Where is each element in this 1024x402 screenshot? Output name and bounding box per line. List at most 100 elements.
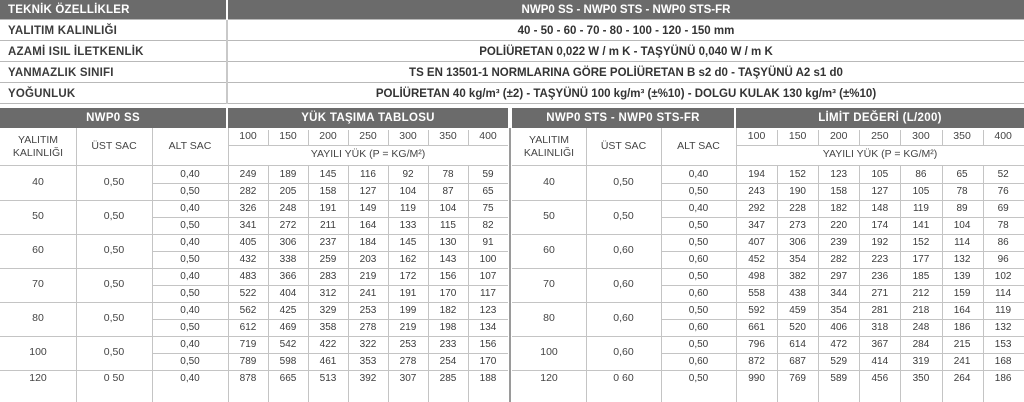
right-load-value: 185 bbox=[912, 271, 930, 282]
right-group-line bbox=[512, 302, 1024, 303]
right-span-vline bbox=[900, 130, 902, 145]
right-top-sheet-50: 0,50 bbox=[613, 210, 634, 222]
right-load-value: 76 bbox=[997, 186, 1009, 197]
right-load-value: 215 bbox=[953, 339, 971, 350]
right-span-vline bbox=[941, 130, 943, 145]
left-load-value: 253 bbox=[359, 305, 377, 316]
right-load-value: 350 bbox=[912, 373, 930, 384]
left-load-value: 233 bbox=[439, 339, 457, 350]
right-top-sheet-120: 0 60 bbox=[613, 371, 634, 384]
right-value-vline bbox=[777, 166, 779, 402]
left-bottom-sheet: 0,40 bbox=[180, 305, 200, 316]
right-load-value: 186 bbox=[953, 322, 971, 333]
left-load-value: 119 bbox=[400, 203, 416, 214]
left-load-value: 483 bbox=[239, 271, 257, 282]
right-value-vline bbox=[818, 166, 820, 402]
left-load-value: 259 bbox=[319, 254, 337, 265]
right-load-value: 406 bbox=[830, 322, 848, 333]
right-thickness-40: 40 bbox=[543, 176, 555, 188]
right-load-value: 614 bbox=[789, 339, 806, 350]
left-load-value: 241 bbox=[359, 288, 377, 299]
left-load-value: 191 bbox=[319, 203, 337, 214]
right-bottom-sheet: 0,50 bbox=[688, 305, 709, 316]
right-top-sheet-40: 0,50 bbox=[613, 176, 634, 188]
right-load-value: 367 bbox=[871, 339, 889, 350]
left-value-vline bbox=[348, 166, 349, 402]
right-load-value: 192 bbox=[871, 237, 889, 248]
left-top-sheet-100: 0,50 bbox=[103, 346, 125, 358]
right-span-300: 300 bbox=[912, 130, 930, 142]
left-load-value: 612 bbox=[239, 322, 257, 333]
left-load-value: 162 bbox=[399, 254, 417, 265]
left-load-value: 254 bbox=[439, 356, 457, 367]
left-span-vline bbox=[348, 130, 349, 145]
right-value-vline bbox=[982, 166, 984, 402]
right-load-value: 990 bbox=[748, 373, 765, 384]
left-thickness-50: 50 bbox=[32, 210, 44, 222]
right-span-150: 150 bbox=[788, 130, 807, 142]
left-value-vline bbox=[308, 166, 309, 402]
left-row-line bbox=[152, 319, 508, 320]
left-load-value: 134 bbox=[479, 322, 497, 333]
left-load-value: 91 bbox=[482, 237, 494, 248]
right-load-value: 132 bbox=[994, 322, 1012, 333]
left-row-line bbox=[152, 285, 508, 286]
left-load-value: 219 bbox=[359, 271, 377, 282]
right-load-value: 661 bbox=[748, 322, 765, 333]
left-bottom-sheet: 0,40 bbox=[180, 203, 200, 214]
left-load-value: 278 bbox=[399, 356, 417, 367]
spec-header-label: TEKNİK ÖZELLİKLER bbox=[8, 4, 130, 16]
left-load-value: 598 bbox=[279, 356, 297, 367]
right-span-line bbox=[736, 145, 1024, 146]
spec-header-row: TEKNİK ÖZELLİKLER NWP0 SS - NWP0 STS - N… bbox=[0, 0, 1024, 20]
right-span-200: 200 bbox=[829, 130, 848, 142]
spec-row-conductivity: AZAMİ ISIL İLETKENLİK POLİÜRETAN 0,022 W… bbox=[0, 42, 1024, 62]
left-load-value: 425 bbox=[279, 305, 297, 316]
left-load-value: 100 bbox=[479, 254, 497, 265]
right-top-sheet-100: 0,60 bbox=[613, 346, 634, 358]
right-load-value: 194 bbox=[748, 169, 765, 180]
right-row-line bbox=[661, 217, 1024, 218]
right-bottom-sheet: 0,50 bbox=[688, 220, 709, 231]
right-col-vline bbox=[736, 128, 737, 402]
left-load-value: 878 bbox=[239, 373, 257, 384]
right-load-value: 177 bbox=[912, 254, 930, 265]
left-load-value: 164 bbox=[359, 220, 377, 231]
left-load-value: 719 bbox=[239, 339, 257, 350]
left-load-value: 522 bbox=[239, 288, 257, 299]
left-top-sheet-60: 0,50 bbox=[103, 244, 125, 256]
left-top-sheet-50: 0,50 bbox=[103, 210, 125, 222]
left-col-top-sheet: ÜST SAC bbox=[91, 140, 137, 152]
right-row-line bbox=[661, 353, 1024, 354]
left-span-vline bbox=[468, 130, 469, 145]
left-load-value: 353 bbox=[359, 356, 377, 367]
left-load-value: 116 bbox=[360, 169, 376, 180]
right-load-value: 354 bbox=[789, 254, 806, 265]
left-load-value: 248 bbox=[279, 203, 297, 214]
right-row-line bbox=[661, 251, 1024, 252]
right-thickness-120: 120 bbox=[540, 371, 558, 384]
left-top-sheet-70: 0,50 bbox=[103, 278, 125, 290]
left-bottom-sheet: 0,40 bbox=[180, 169, 200, 180]
left-value-vline bbox=[468, 166, 469, 402]
left-load-value: 789 bbox=[239, 356, 257, 367]
right-col-bottom-sheet: ALT SAC bbox=[677, 140, 720, 152]
right-load-value: 102 bbox=[994, 271, 1012, 282]
left-col-vline bbox=[76, 128, 77, 402]
right-bottom-sheet: 0,40 bbox=[688, 169, 709, 180]
left-load-value: 249 bbox=[239, 169, 257, 180]
right-load-value: 382 bbox=[789, 271, 806, 282]
right-load-value: 152 bbox=[789, 169, 806, 180]
right-span-250: 250 bbox=[871, 130, 889, 142]
left-load-value: 542 bbox=[279, 339, 297, 350]
right-top-sheet-80: 0,60 bbox=[613, 312, 634, 324]
right-span-400: 400 bbox=[994, 130, 1012, 142]
left-value-vline bbox=[268, 166, 269, 402]
right-load-value: 89 bbox=[956, 203, 968, 214]
left-bottom-sheet: 0,40 bbox=[180, 237, 200, 248]
left-load-value: 127 bbox=[359, 186, 377, 197]
left-span-150: 150 bbox=[279, 130, 297, 142]
left-span-300: 300 bbox=[399, 130, 417, 142]
left-load-value: 199 bbox=[399, 305, 417, 316]
right-row-line bbox=[661, 319, 1024, 320]
